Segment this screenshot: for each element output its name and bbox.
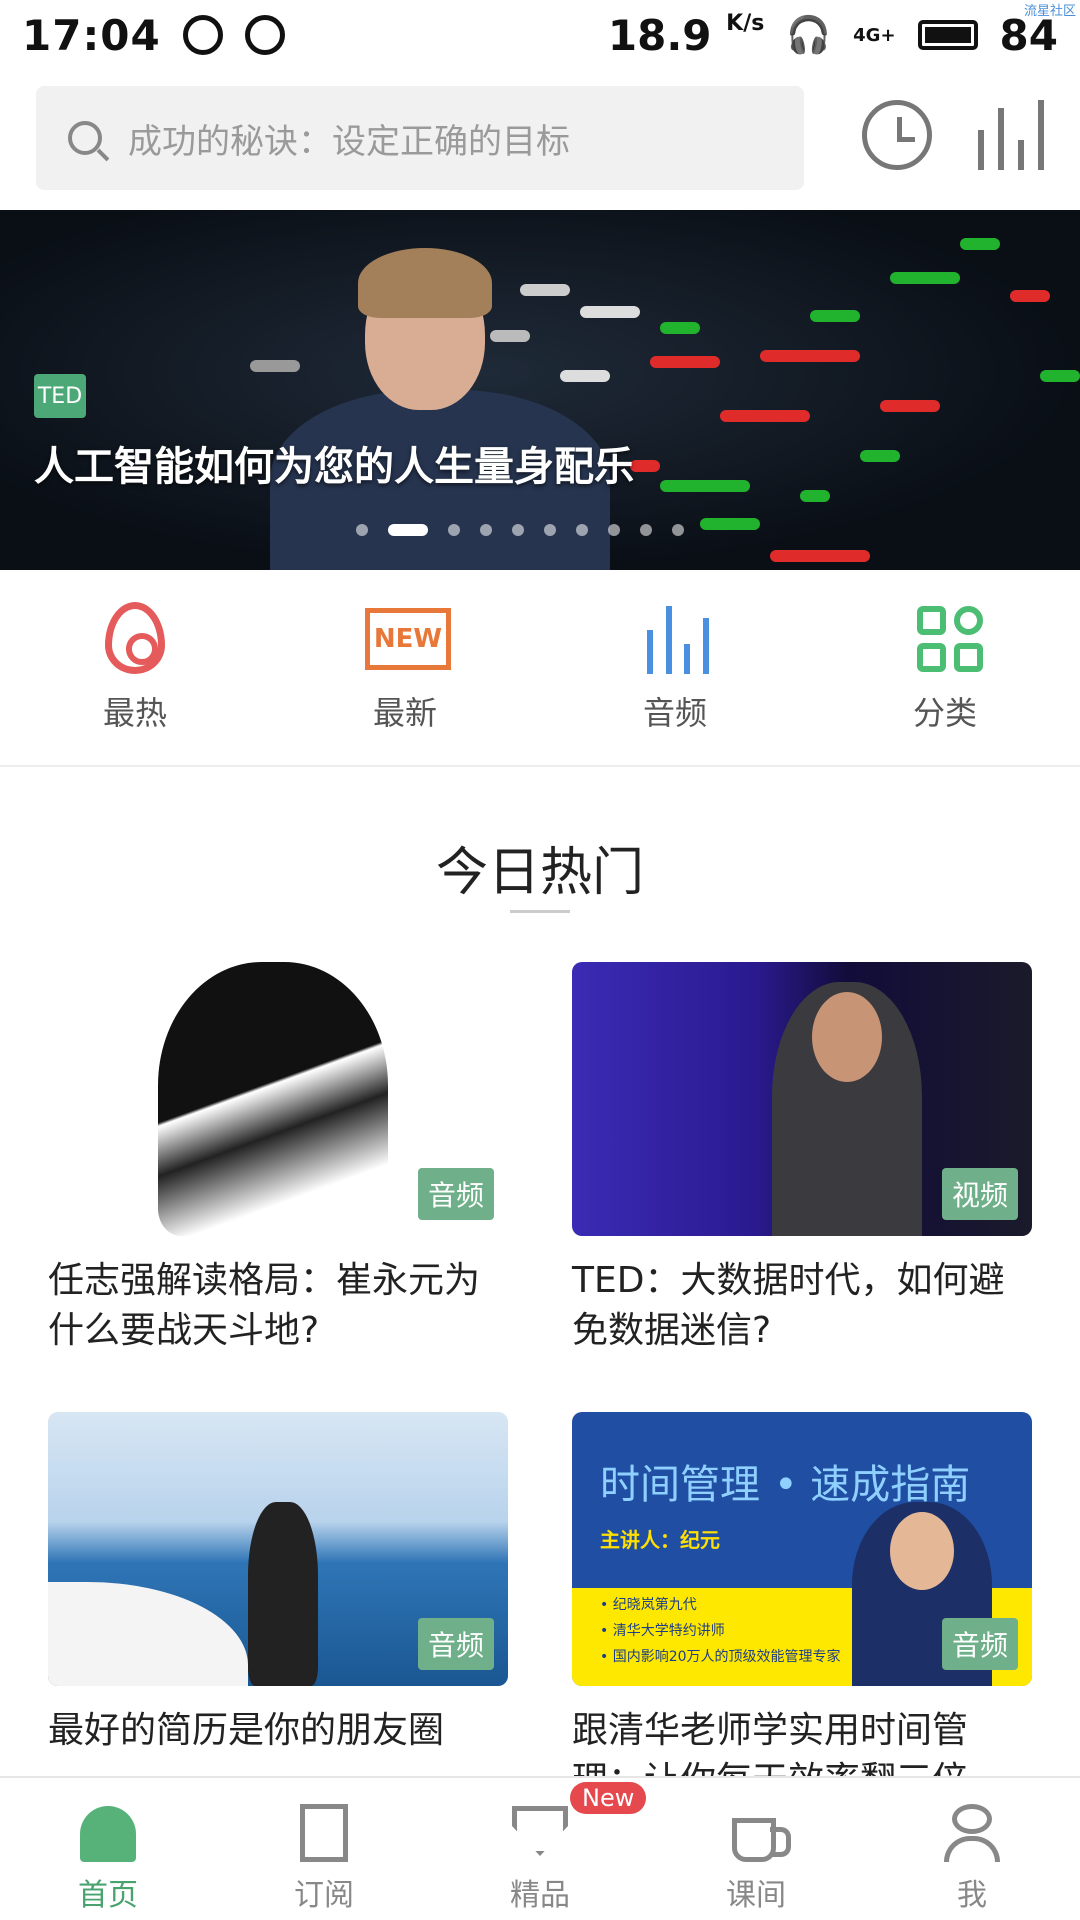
signal-indicator: 4G+ <box>853 24 896 46</box>
tab-me[interactable]: 我 <box>864 1778 1080 1920</box>
bookmark-icon <box>294 1802 354 1864</box>
category-grid-icon <box>905 598 985 678</box>
headset-icon: 🎧 <box>786 15 832 56</box>
card-thumbnail: 视频 <box>572 962 1032 1236</box>
category-label: 最新 <box>372 694 437 732</box>
network-speed: 18.9 K/s <box>607 10 765 60</box>
content-card[interactable]: 音频 最好的简历是你的朋友圈 <box>48 1412 508 1756</box>
divider <box>0 765 1080 767</box>
category-classify[interactable]: 分类 <box>810 598 1080 748</box>
notification-icon <box>182 15 223 55</box>
category-label: 最热 <box>102 694 167 732</box>
content-card[interactable]: 时间管理 • 速成指南 主讲人：纪元 • 纪晓岚第九代 • 清华大学特约讲师 •… <box>572 1412 1032 1806</box>
tab-home[interactable]: 首页 <box>0 1778 216 1920</box>
flame-icon <box>95 598 175 678</box>
category-hot[interactable]: 最热 <box>0 598 270 748</box>
tab-label: 订阅 <box>294 1878 354 1913</box>
check-circle-icon <box>244 15 285 55</box>
status-time: 17:04 <box>22 10 161 60</box>
section-underline <box>510 910 570 913</box>
category-new[interactable]: NEW 最新 <box>270 598 540 748</box>
banner-image <box>270 230 610 570</box>
content-card[interactable]: 视频 TED：大数据时代，如何避免数据迷信? <box>572 962 1032 1356</box>
category-label: 音频 <box>642 694 707 732</box>
banner-carousel[interactable]: TED 人工智能如何为您的人生量身配乐 <box>0 210 1080 570</box>
audio-bars-icon <box>635 598 715 678</box>
watermark: 流星社区 <box>1023 4 1076 19</box>
search-placeholder: 成功的秘诀：设定正确的目标 <box>128 121 570 162</box>
banner-title: 人工智能如何为您的人生量身配乐 <box>34 444 634 490</box>
gem-icon <box>510 1802 570 1864</box>
card-thumbnail: 音频 <box>48 1412 508 1686</box>
tab-label: 课间 <box>726 1878 786 1913</box>
playing-bars-icon[interactable] <box>978 100 1044 170</box>
bottom-tab-bar: 首页 订阅 精品 New 课间 我 <box>0 1776 1080 1920</box>
history-clock-icon[interactable] <box>862 100 932 170</box>
status-bar: 17:04 18.9 K/s 🎧 4G+ 84 <box>0 0 1080 70</box>
category-audio[interactable]: 音频 <box>540 598 810 748</box>
tab-premium[interactable]: 精品 New <box>432 1778 648 1920</box>
card-title: 最好的简历是你的朋友圈 <box>48 1710 445 1751</box>
media-type-tag: 音频 <box>417 1168 494 1220</box>
tab-label: 精品 <box>510 1878 570 1913</box>
new-icon: NEW <box>365 598 451 678</box>
carousel-dots <box>356 524 684 536</box>
tab-break[interactable]: 课间 <box>648 1778 864 1920</box>
category-label: 分类 <box>912 694 977 732</box>
media-type-tag: 音频 <box>941 1618 1018 1670</box>
media-type-tag: 视频 <box>941 1168 1018 1220</box>
content-card[interactable]: 音频 任志强解读格局：崔永元为什么要战天斗地? <box>48 962 508 1356</box>
category-shortcuts: 最热 NEW 最新 音频 分类 <box>0 598 1080 748</box>
battery-icon <box>917 20 978 50</box>
search-input[interactable]: 成功的秘诀：设定正确的目标 <box>36 86 804 190</box>
card-thumbnail: 音频 <box>48 962 508 1236</box>
card-thumbnail: 时间管理 • 速成指南 主讲人：纪元 • 纪晓岚第九代 • 清华大学特约讲师 •… <box>572 1412 1032 1686</box>
tab-label: 我 <box>957 1878 987 1913</box>
tab-label: 首页 <box>78 1878 138 1913</box>
person-icon <box>942 1802 1002 1864</box>
home-icon <box>78 1802 138 1864</box>
section-title: 今日热门 <box>435 843 644 903</box>
banner-badge: TED <box>34 374 86 418</box>
tab-subscribe[interactable]: 订阅 <box>216 1778 432 1920</box>
coffee-cup-icon <box>726 1802 791 1864</box>
card-title: TED：大数据时代，如何避免数据迷信? <box>572 1260 1005 1351</box>
search-icon <box>68 121 102 155</box>
new-badge: New <box>570 1782 647 1814</box>
media-type-tag: 音频 <box>417 1618 494 1670</box>
card-title: 任志强解读格局：崔永元为什么要战天斗地? <box>48 1260 481 1351</box>
